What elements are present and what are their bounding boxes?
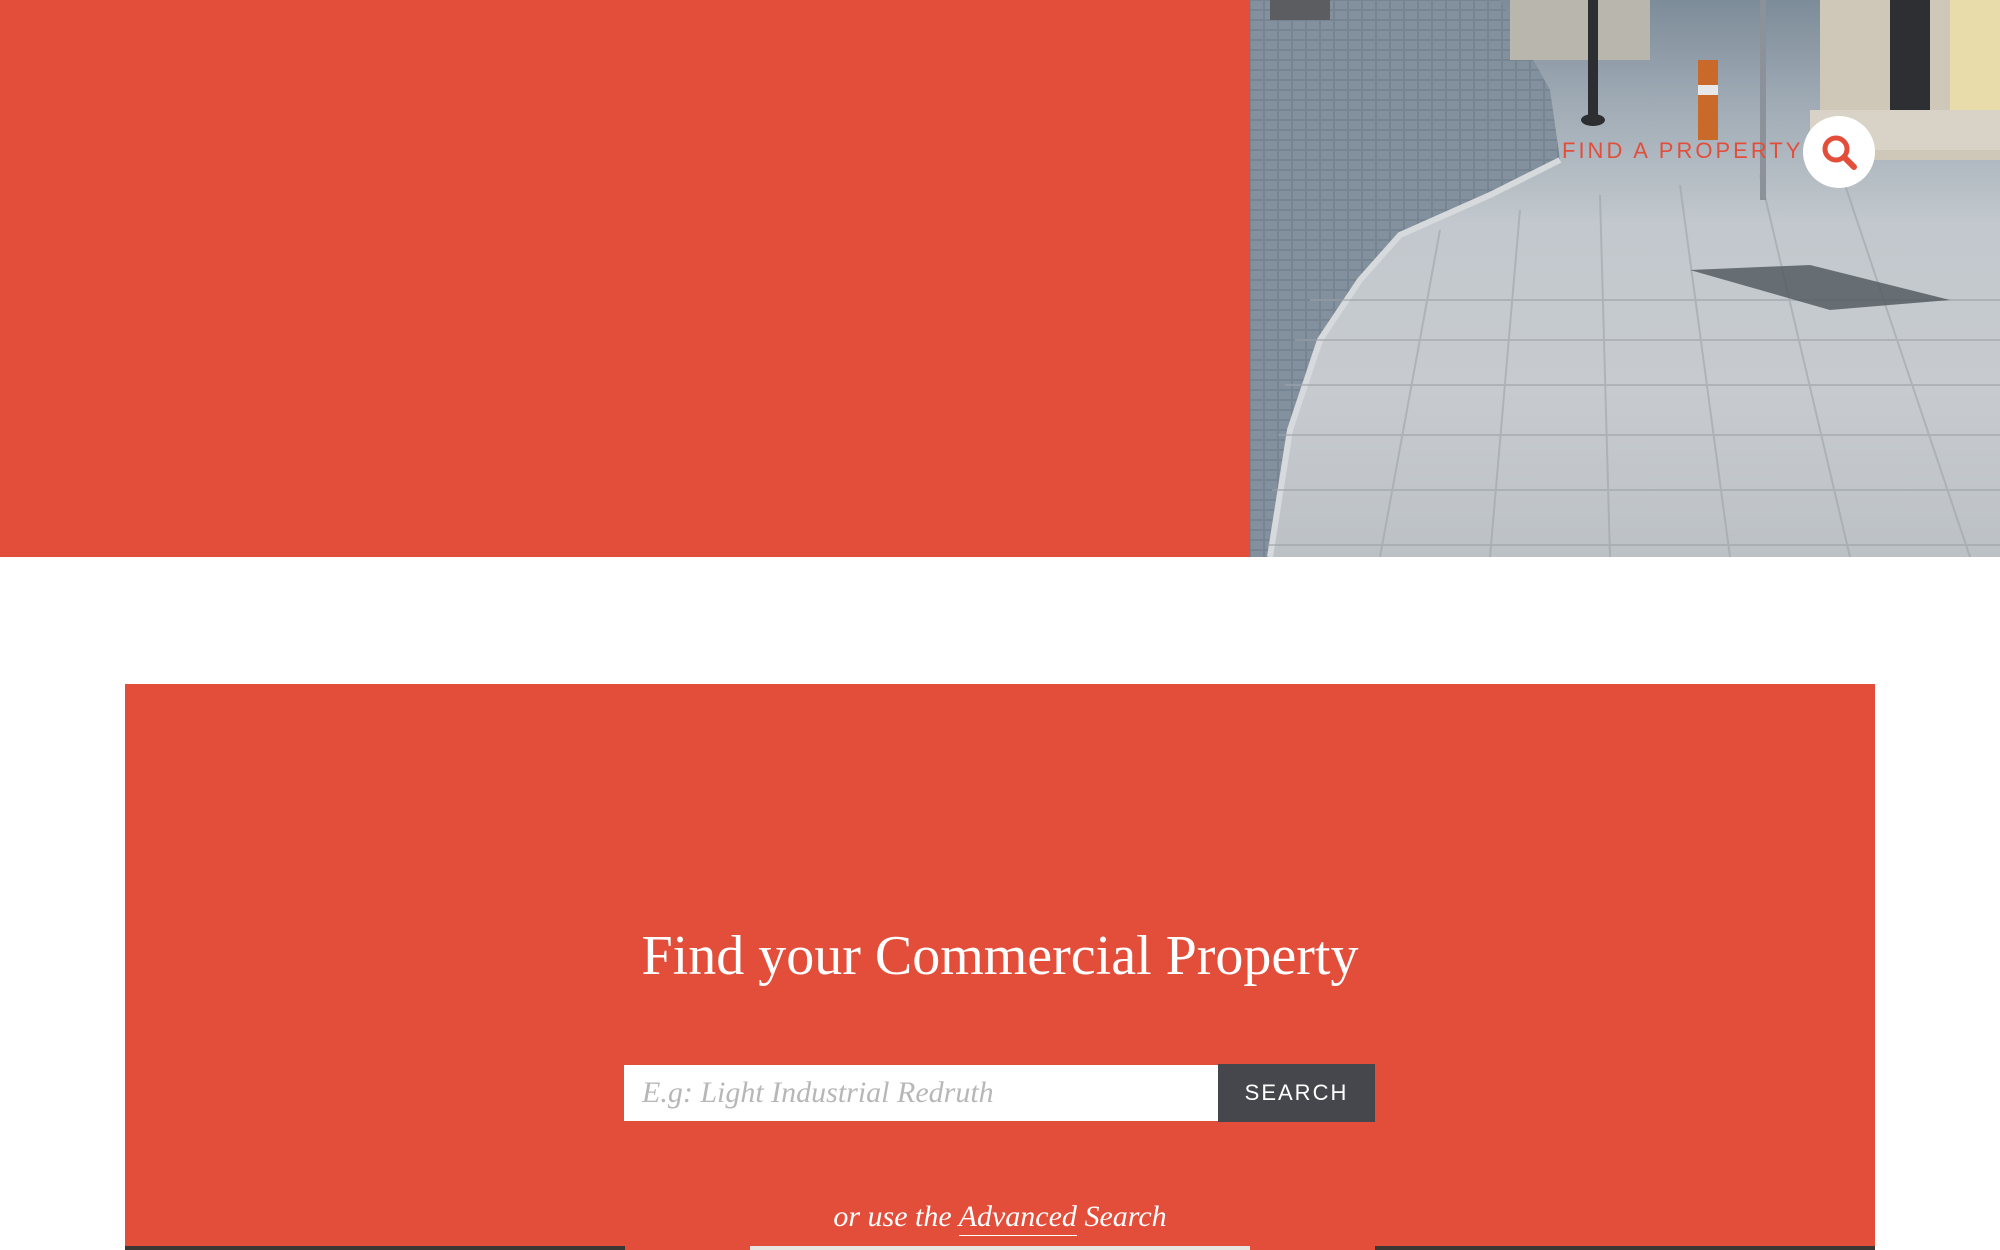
search-panel: Find your Commercial Property SEARCH or … [125, 684, 1875, 1250]
advanced-search-line: or use the Advanced Search [125, 1200, 1875, 1236]
property-card-image [750, 1246, 1250, 1250]
property-card-image [1375, 1246, 1875, 1250]
find-property-link[interactable]: FIND A PROPERTY [1562, 138, 1803, 164]
search-button[interactable]: SEARCH [1218, 1064, 1375, 1122]
property-card-image [125, 1246, 625, 1250]
advanced-search-prefix: or use the [833, 1200, 952, 1233]
advanced-search-link[interactable]: Advanced [958, 1200, 1077, 1236]
hero-color-block [0, 0, 1250, 557]
advanced-search-suffix: Search [1084, 1200, 1167, 1233]
street-photo [1250, 0, 2000, 557]
find-property-search-button[interactable] [1803, 116, 1875, 188]
property-search-input[interactable] [624, 1065, 1218, 1121]
search-icon [1822, 135, 1857, 170]
search-panel-title: Find your Commercial Property [641, 925, 1359, 987]
